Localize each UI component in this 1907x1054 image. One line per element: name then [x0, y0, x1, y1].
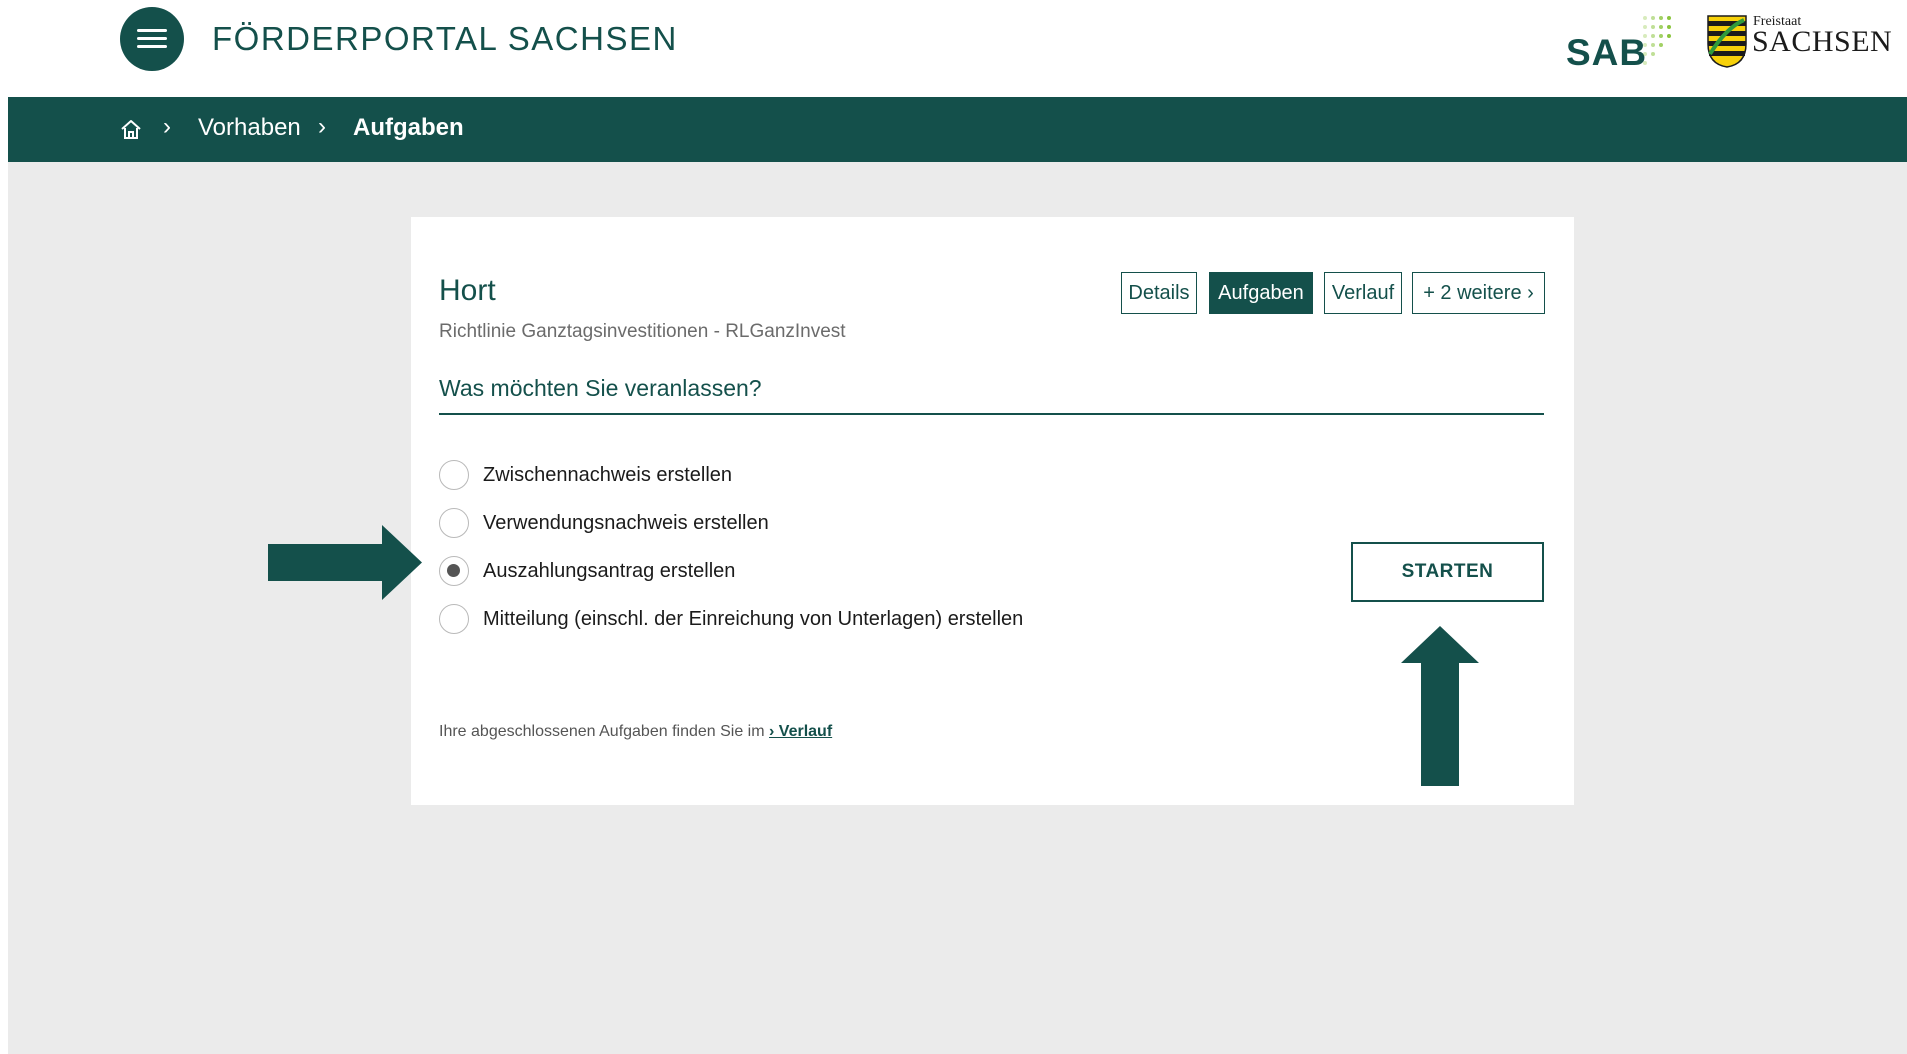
- option-label: Mitteilung (einschl. der Einreichung von…: [483, 608, 1024, 630]
- hamburger-icon: [137, 29, 167, 32]
- tab-verlauf[interactable]: Verlauf: [1324, 272, 1402, 314]
- task-card: Hort Richtlinie Ganztagsinvestitionen - …: [411, 217, 1574, 805]
- footer-text: Ihre abgeschlossenen Aufgaben finden Sie…: [439, 723, 765, 740]
- annotation-arrow-right-icon: [268, 525, 422, 600]
- portal-title: FÖRDERPORTAL SACHSEN: [212, 20, 678, 57]
- annotation-arrow-up-icon: [1401, 626, 1479, 786]
- dots-icon: [1637, 14, 1673, 70]
- saxony-coat-of-arms-icon: [1707, 15, 1747, 68]
- option-label: Verwendungsnachweis erstellen: [483, 512, 769, 534]
- site-header: FÖRDERPORTAL SACHSEN SAB Freistaat SACHS…: [0, 0, 1907, 97]
- question-heading: Was möchten Sie veranlassen?: [439, 375, 762, 401]
- breadcrumb-separator: ›: [163, 113, 171, 140]
- home-icon[interactable]: [119, 118, 143, 142]
- saxony-logo[interactable]: Freistaat SACHSEN: [1706, 14, 1892, 72]
- breadcrumb-separator: ›: [318, 113, 326, 140]
- tab-more[interactable]: + 2 weitere ›: [1412, 272, 1545, 314]
- page-subtitle: Richtlinie Ganztagsinvestitionen - RLGan…: [439, 321, 846, 342]
- sab-logo[interactable]: SAB: [1566, 14, 1676, 73]
- option-label: Auszahlungsantrag erstellen: [483, 560, 736, 582]
- sab-logo-text: SAB: [1566, 32, 1648, 73]
- breadcrumb-item-vorhaben[interactable]: Vorhaben: [198, 114, 301, 142]
- radio-button[interactable]: [439, 460, 469, 490]
- breadcrumb-item-aufgaben: Aufgaben: [353, 114, 464, 141]
- option-label: Zwischennachweis erstellen: [483, 464, 733, 486]
- verlauf-link[interactable]: › Verlauf: [769, 723, 832, 740]
- divider: [439, 413, 1544, 415]
- menu-button[interactable]: [120, 7, 184, 71]
- radio-button[interactable]: [439, 604, 469, 634]
- start-button[interactable]: STARTEN: [1351, 542, 1544, 602]
- radio-button-selected[interactable]: [439, 556, 469, 586]
- tab-aufgaben[interactable]: Aufgaben: [1209, 272, 1313, 314]
- radio-button[interactable]: [439, 508, 469, 538]
- tab-bar: Details Aufgaben Verlauf + 2 weitere ›: [411, 272, 1574, 314]
- footer-note: Ihre abgeschlossenen Aufgaben finden Sie…: [439, 723, 832, 741]
- tab-details[interactable]: Details: [1121, 272, 1197, 314]
- saxony-logo-main: SACHSEN: [1752, 25, 1893, 58]
- breadcrumb: › Vorhaben › Aufgaben: [8, 97, 1907, 162]
